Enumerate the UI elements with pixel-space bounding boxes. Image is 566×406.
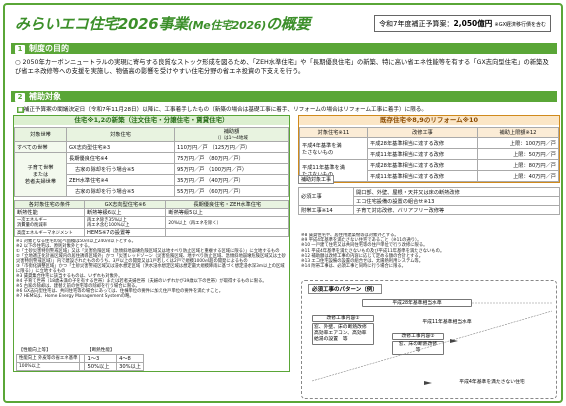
renovation-heading: 既存住宅※8,9のリフォーム※10 [299,116,559,125]
pattern-arrows [311,302,553,385]
new-subsidy-table: 対象世帯 対象住宅 補助額 （）は1～4地域 すべての世帯 GX志向型住宅※3 110万円… [14,127,289,197]
renovation-works-box: 補助対象工事 必須工事 開口部、外壁、屋根・天井又は床の断熱改修 エコ住宅設備の設… [298,166,560,224]
section-purpose-header: 1 制度の目的 [11,43,557,54]
budget-box: 令和7年度補正予算案：2,050億円 ※GX経済移行債を含む [374,15,551,32]
new-construction-heading: 住宅※1,2の新築（注文住宅・分譲住宅・賃貸住宅） [14,116,289,125]
works-label: 補助対象工事 [298,175,335,184]
purpose-text: ○ 2050年カーボンニュートラルの実現に寄与する良質なストック形成を図るため、… [15,59,549,75]
page-title: みらいエコ住宅2026事業(Me住宅2026)の概要 [15,15,311,33]
section-target-header: 2 補助対象 [11,91,557,102]
new-footnotes: ※1 対象となる住宅の延べ面積は50㎡以上240㎡以下とする。 ※2 以下の住宅… [16,239,286,299]
renovation-footnotes: ※8 賃貸住宅や、居住用建築物等は対象外とする。 ※9 平成4年基準を満たさない… [301,233,445,270]
works-table: 必須工事 開口部、外壁、屋根・天井又は床の断熱改修 エコ住宅設備の設置の組合せ※1… [298,187,560,215]
new-conditions-table: 各対象住宅の条件 GX志向型住宅※6 長期優良住宅・ZEH水準住宅 断熱性能 断熱等級… [14,200,289,237]
cutoff-note: ■補正予算案の閣議決定日（令和7年11月28日）以降に、工事着手したもの（新築の… [17,107,427,113]
new-requirements-table: 【性能向上等】 【断熱性能】 性能向上 外皮等の省エネ基準 1～3 4～8 100%以… [15,347,144,371]
page: みらいエコ住宅2026事業(Me住宅2026)の概要 令和7年度補正予算案：2,… [3,3,563,403]
pattern-diagram: 必須工事のパターン（例） 平成28年基準相当水準 改修工事内容① 窓、外壁、床の… [301,280,557,399]
new-construction-panel: 住宅※1,2の新築（注文住宅・分譲住宅・賃貸住宅） 対象世帯 対象住宅 補助額 （）は… [13,115,290,372]
